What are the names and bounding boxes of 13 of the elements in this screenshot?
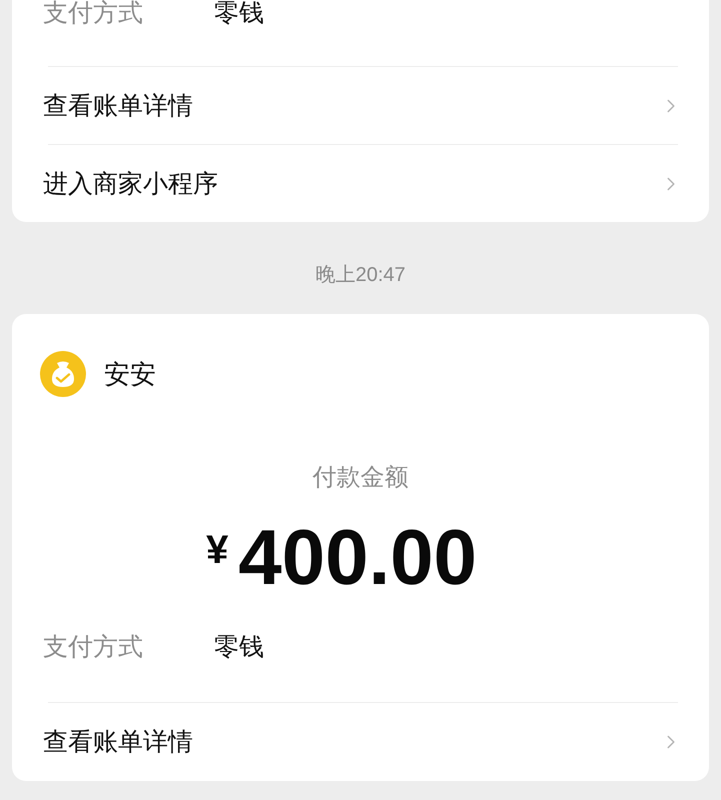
timestamp: 晚上20:47 <box>315 263 406 287</box>
currency-symbol: ¥ <box>206 528 228 572</box>
money-bag-icon <box>40 351 86 397</box>
link-row[interactable]: 进入商家小程序 <box>12 145 709 222</box>
link-row[interactable]: 查看账单详情 <box>12 67 709 144</box>
payment-method-label: 支付方式 <box>43 632 144 663</box>
payment-method-value: 零钱 <box>214 632 264 663</box>
amount-label: 付款金额 <box>312 463 408 493</box>
payment-method-value: 零钱 <box>214 0 264 26</box>
merchant-name: 安安 <box>104 358 156 390</box>
amount-value: 400.00 <box>238 522 477 592</box>
payment-method-label: 支付方式 <box>43 0 144 26</box>
link-row[interactable]: 查看账单详情 <box>12 703 709 781</box>
